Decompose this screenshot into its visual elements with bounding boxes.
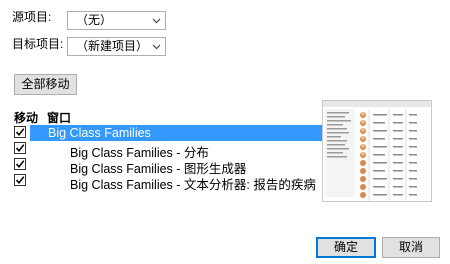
move-all-button[interactable]: 全部移动 [14,74,77,95]
source-project-value: （无） [76,13,113,27]
chevron-down-icon [152,18,161,24]
window-list-item[interactable]: Big Class Families - 文本分析器: 报告的疾病 [12,173,316,192]
source-label: 源项目: [12,10,52,24]
chevron-down-icon [152,44,161,50]
checkmark-icon [15,160,25,169]
window-list-item[interactable]: Big Class Families - 图形生成器 [12,157,312,176]
target-project-select[interactable]: （新建项目） [67,37,166,56]
window-name: Big Class Families - 文本分析器: 报告的疾病 [70,178,316,192]
move-checkbox[interactable] [14,126,26,138]
window-name: Big Class Families [48,126,151,140]
target-label: 目标项目: [12,37,64,51]
move-checkbox[interactable] [14,142,26,154]
window-column-header: 窗口 [47,111,72,125]
target-project-value: （新建项目） [76,39,149,53]
cancel-button[interactable]: 取消 [382,237,440,258]
checkmark-icon [15,128,25,137]
checkmark-icon [15,144,25,153]
move-checkbox[interactable] [14,158,26,170]
move-checkbox[interactable] [14,174,26,186]
move-column-header: 移动 [14,111,39,125]
window-list-item[interactable]: Big Class Families - 分布 [12,141,312,160]
checkmark-icon [15,176,25,185]
window-preview-thumbnail [322,100,432,202]
source-project-select[interactable]: （无） [67,11,166,30]
window-list-item[interactable]: Big Class Families [12,125,326,141]
ok-button[interactable]: 确定 [316,237,376,258]
